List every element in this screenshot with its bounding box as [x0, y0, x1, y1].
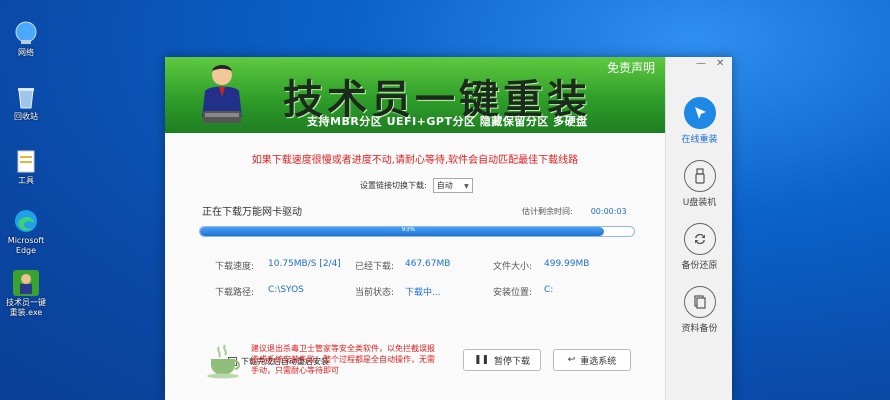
- close-icon[interactable]: ✕: [716, 58, 724, 69]
- current-status-label: 当前状态:: [355, 288, 395, 298]
- restore-icon: [683, 223, 716, 255]
- filesize-label: 文件大小:: [493, 262, 533, 272]
- tea-cup-icon: [205, 343, 245, 379]
- desktop: 网络 回收站 工具 Microsoft Edge 技术员一键重装.exe 技术员…: [0, 0, 890, 400]
- desktop-icon-label: 工具: [18, 176, 34, 185]
- desktop-icon-recycle-bin[interactable]: 回收站: [4, 84, 48, 122]
- link-switch-row: 设置链接切换下载: 自动 ▼: [360, 178, 473, 193]
- install-location-label: 安装位置:: [493, 288, 533, 298]
- sidebar-item-label: 资料备份: [681, 324, 718, 334]
- folder-icon: [13, 148, 39, 174]
- minimize-icon[interactable]: —: [696, 58, 706, 69]
- sidebar-item-label: U盘装机: [682, 198, 717, 208]
- pause-button-label: 暂停下载: [494, 356, 531, 367]
- pause-download-button[interactable]: ❚❚ 暂停下载: [463, 349, 541, 371]
- current-status-value: 下载中...: [405, 288, 441, 298]
- mascot-icon: [197, 61, 247, 127]
- link-switch-select[interactable]: 自动 ▼: [432, 178, 473, 193]
- desktop-icon-network[interactable]: 网络: [4, 20, 48, 58]
- recycle-bin-icon: [13, 84, 39, 110]
- time-remaining-label: 估计剩余时间:: [522, 207, 573, 216]
- path-label: 下载路径:: [215, 288, 255, 298]
- disclaimer-link[interactable]: 免责声明: [607, 59, 655, 76]
- desktop-icon-label: 技术员一键重装.exe: [6, 298, 46, 317]
- desktop-icon-app-shortcut[interactable]: 技术员一键重装.exe: [4, 270, 48, 318]
- app-shortcut-icon: [13, 270, 39, 296]
- back-arrow-icon: ↩: [567, 355, 576, 365]
- link-switch-value: 自动: [436, 181, 453, 190]
- usb-icon: [683, 160, 716, 192]
- desktop-icon-label: 网络: [18, 48, 34, 57]
- window-controls: — ✕: [666, 57, 733, 73]
- time-remaining-value: 00:00:03: [590, 207, 627, 216]
- downloaded-label: 已经下载:: [355, 262, 395, 272]
- sidebar-item-data-backup[interactable]: 资料备份: [666, 286, 733, 334]
- sidebar-item-usb-install[interactable]: U盘装机: [666, 160, 733, 208]
- network-icon: [13, 20, 39, 46]
- sidebar-item-online-reinstall[interactable]: 在线重装: [666, 97, 733, 145]
- app-subtitle: 支持MBR分区 UEFI+GPT分区 隐藏保留分区 多硬盘: [307, 115, 588, 128]
- download-progress-bar: 93%: [199, 226, 635, 237]
- desktop-icon-label: 回收站: [14, 112, 38, 121]
- sidebar-item-label: 备份还原: [681, 261, 718, 271]
- edge-icon: [13, 208, 39, 234]
- pause-icon: ❚❚: [473, 355, 490, 365]
- app-banner: 技术员一键重装 支持MBR分区 UEFI+GPT分区 隐藏保留分区 多硬盘 免责…: [165, 57, 665, 133]
- link-switch-label: 设置链接切换下载:: [360, 181, 427, 190]
- speed-warning: 如果下载速度很慢或者进度不动,请耐心等待,软件会自动匹配最佳下载线路: [251, 155, 579, 166]
- desktop-icon-edge[interactable]: Microsoft Edge: [4, 208, 48, 256]
- path-value: C:\SYOS: [268, 285, 304, 295]
- cursor-icon: [683, 97, 716, 129]
- desktop-icon-label: Microsoft Edge: [7, 236, 45, 255]
- desktop-icon-folder[interactable]: 工具: [4, 148, 48, 186]
- chevron-down-icon: ▼: [464, 183, 469, 190]
- info-row: 下载速度: 10.75MB/S [2/4] 已经下载: 467.67MB 文件大…: [215, 259, 655, 272]
- filesize-value: 499.99MB: [544, 259, 590, 269]
- backup-icon: [683, 286, 716, 318]
- reselect-system-button[interactable]: ↩ 重选系统: [553, 349, 631, 371]
- downloaded-value: 467.67MB: [405, 259, 451, 269]
- sidebar: — ✕ 在线重装 U盘装机 备份还原 资料备份: [665, 57, 732, 400]
- reselect-button-label: 重选系统: [580, 356, 617, 367]
- antivirus-tip: 建议退出杀毒卫士管家等安全类软件，以免拦截误报造成系统安装失败！整个过程都是全自…: [251, 344, 435, 375]
- time-remaining: 估计剩余时间: 00:00:03: [522, 206, 627, 217]
- install-location-value: C:: [544, 285, 554, 295]
- speed-label: 下载速度:: [215, 262, 255, 272]
- info-row: 下载路径: C:\SYOS 当前状态: 下载中... 安装位置: C:: [215, 285, 655, 298]
- download-status: 正在下载万能网卡驱动: [202, 207, 302, 218]
- sidebar-item-label: 在线重装: [681, 135, 718, 145]
- progress-percent: 93%: [401, 226, 416, 233]
- sidebar-item-backup-restore[interactable]: 备份还原: [666, 223, 733, 271]
- speed-value: 10.75MB/S [2/4]: [268, 259, 341, 269]
- app-window: 技术员一键重装 支持MBR分区 UEFI+GPT分区 隐藏保留分区 多硬盘 免责…: [165, 57, 732, 400]
